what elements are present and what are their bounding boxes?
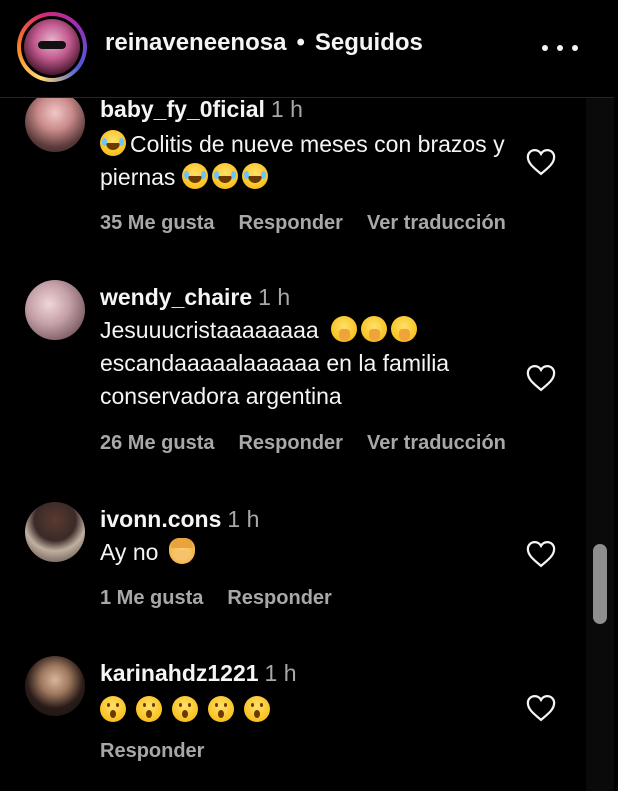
see-translation-button[interactable]: Ver traducción	[367, 212, 506, 235]
shushing-face-icon	[391, 316, 418, 342]
header-username[interactable]: reinaveneenosa	[105, 29, 286, 57]
comment-actions: 35 Me gusta Responder Ver traducción	[100, 212, 506, 235]
commenter-username[interactable]: ivonn.cons	[100, 506, 221, 532]
instagram-comments-panel: reinaveneenosa • Seguidos baby_fy_0ficia…	[0, 0, 618, 791]
face-with-tears-of-joy-icon	[241, 163, 268, 189]
commenter-avatar[interactable]	[25, 656, 85, 716]
comment-text	[100, 694, 520, 727]
reply-button[interactable]: Responder	[238, 432, 342, 455]
comment-actions: 26 Me gusta Responder Ver traducción	[100, 432, 506, 455]
heart-icon[interactable]	[526, 540, 556, 568]
header-separator: •	[296, 29, 305, 56]
comment-text-line: escandaaaaalaaaaaa en la familia	[100, 350, 450, 376]
heart-icon[interactable]	[526, 148, 556, 176]
face-with-open-mouth-icon	[100, 696, 126, 722]
reply-button[interactable]: Responder	[100, 740, 204, 763]
face-with-tears-of-joy-icon	[211, 163, 238, 189]
heart-icon[interactable]	[526, 364, 556, 392]
comment-actions: 1 Me gusta Responder	[100, 587, 332, 610]
comment-text-body: Ay no	[100, 539, 159, 565]
woman-facepalming-icon	[168, 538, 195, 564]
comment-time: 1 h	[227, 506, 260, 532]
comments-list[interactable]: baby_fy_0ficial 1 h Colitis de nueve mese…	[0, 98, 586, 791]
commenter-avatar[interactable]	[25, 280, 85, 340]
see-translation-button[interactable]: Ver traducción	[367, 432, 506, 455]
comment-time: 1 h	[264, 660, 297, 686]
reply-button[interactable]: Responder	[238, 212, 342, 235]
comment-text: Ay no	[100, 536, 520, 569]
comment-text-line: Jesuuucristaaaaaaaa	[100, 317, 319, 343]
comment-time: 1 h	[258, 284, 291, 310]
follow-status-button[interactable]: Seguidos	[315, 29, 423, 57]
more-horizontal-icon[interactable]	[542, 38, 578, 58]
face-with-tears-of-joy-icon	[100, 130, 126, 156]
comment-time: 1 h	[270, 98, 303, 122]
profile-avatar-ring[interactable]	[17, 12, 87, 82]
commenter-username[interactable]: karinahdz1221	[100, 660, 259, 686]
commenter-avatar[interactable]	[25, 98, 85, 152]
commenter-avatar[interactable]	[25, 502, 85, 562]
reply-button[interactable]: Responder	[227, 587, 331, 610]
comment-text: Jesuuucristaaaaaaaa escandaaaaalaaaaaa e…	[100, 314, 520, 413]
face-with-tears-of-joy-icon	[181, 163, 208, 189]
likes-count[interactable]: 1 Me gusta	[100, 587, 203, 610]
shushing-face-icon	[361, 316, 388, 342]
comment-text: Colitis de nueve meses con brazos y pier…	[100, 128, 520, 194]
comment-actions: Responder	[100, 740, 204, 763]
profile-avatar	[24, 19, 80, 75]
scrollbar-thumb[interactable]	[593, 544, 607, 624]
commenter-username[interactable]: wendy_chaire	[100, 284, 252, 310]
likes-count[interactable]: 35 Me gusta	[100, 212, 214, 235]
comment-text-body: Colitis de nueve meses con brazos y pier…	[100, 131, 505, 190]
post-header: reinaveneenosa • Seguidos	[0, 0, 614, 98]
face-with-open-mouth-icon	[208, 696, 234, 722]
face-with-open-mouth-icon	[244, 696, 270, 722]
likes-count[interactable]: 26 Me gusta	[100, 432, 214, 455]
face-with-open-mouth-icon	[136, 696, 162, 722]
scrollbar-track[interactable]	[586, 98, 614, 791]
heart-icon[interactable]	[526, 694, 556, 722]
header-title: reinaveneenosa • Seguidos	[105, 29, 423, 57]
face-with-open-mouth-icon	[172, 696, 198, 722]
commenter-username[interactable]: baby_fy_0ficial	[100, 98, 265, 122]
comment-text-line: conservadora argentina	[100, 383, 342, 409]
shushing-face-icon	[331, 316, 358, 342]
